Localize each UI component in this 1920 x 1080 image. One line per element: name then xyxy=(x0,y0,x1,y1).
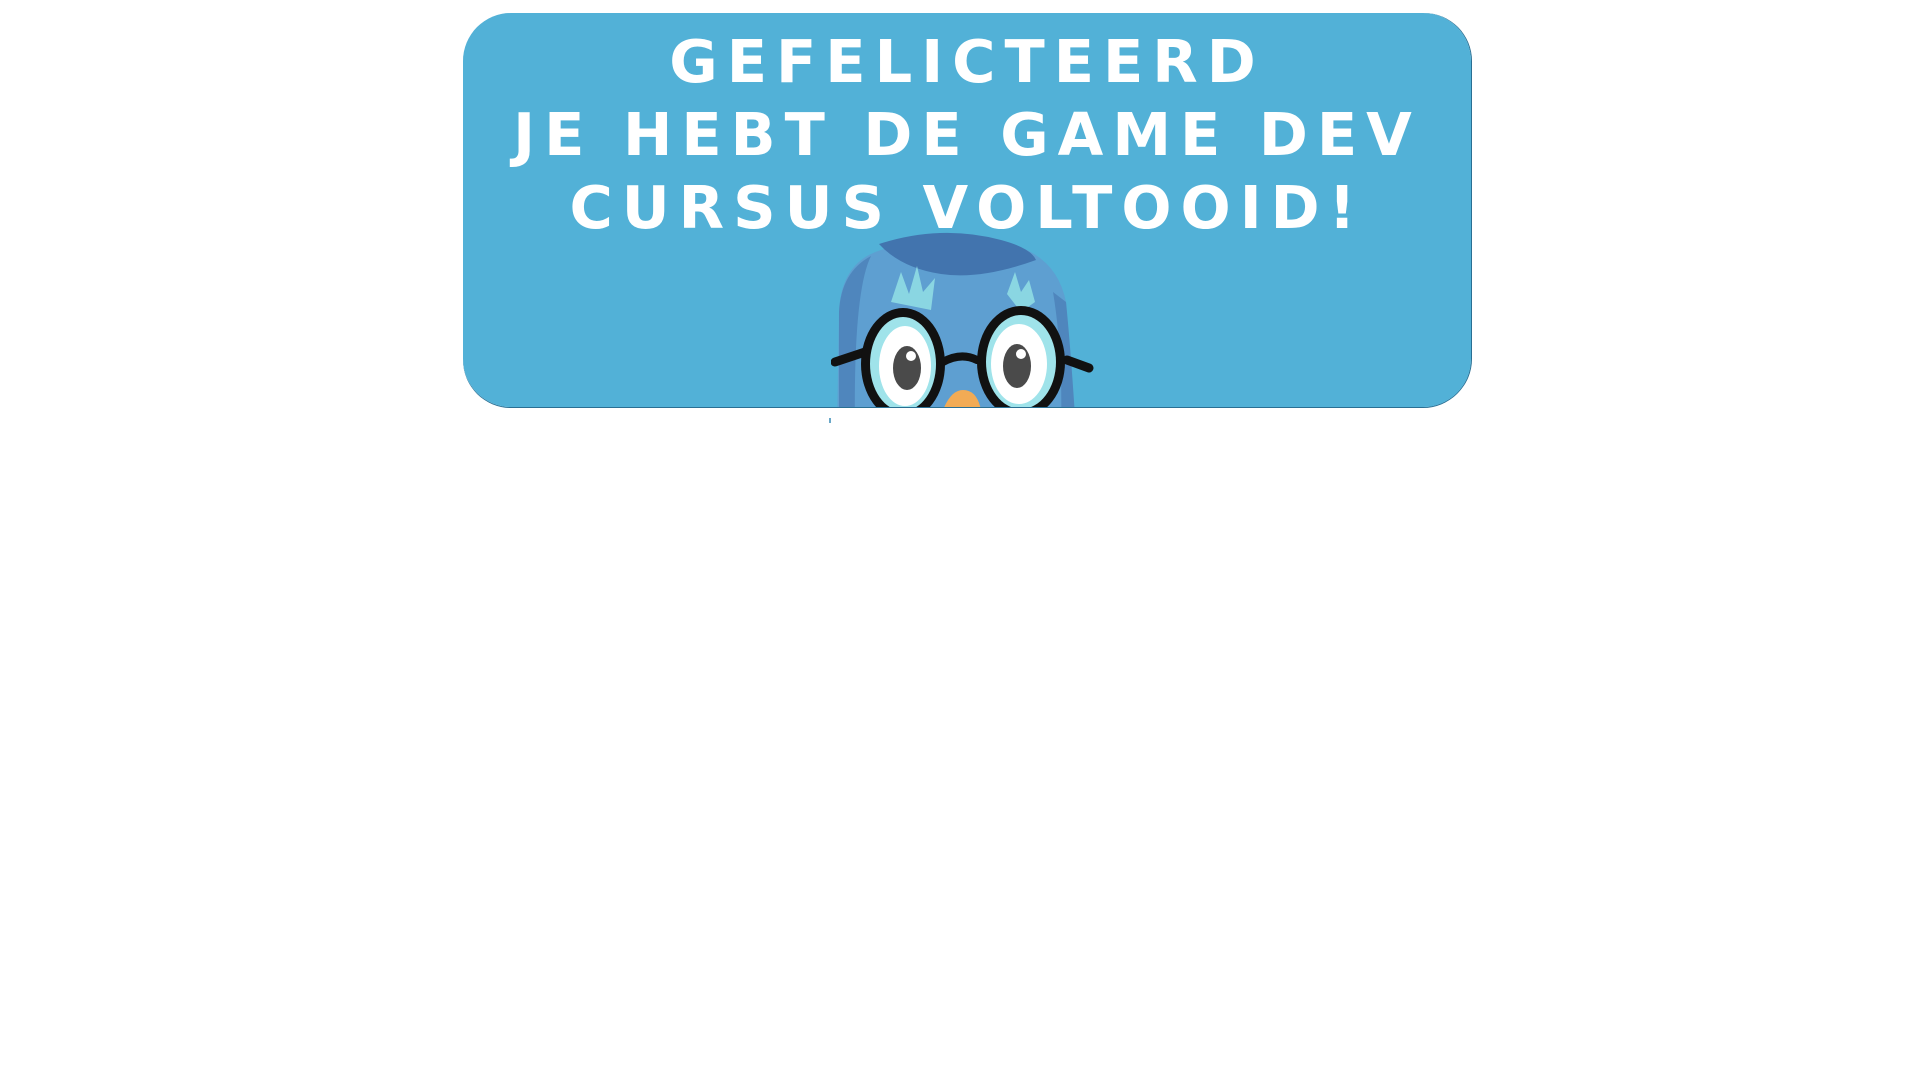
owl-mascot-icon xyxy=(831,232,1101,407)
game-screen: GEFELICTEERD JE HEBT DE GAME DEV CURSUS … xyxy=(0,0,1920,1080)
divider-mark xyxy=(829,418,831,423)
completion-title: GEFELICTEERD JE HEBT DE GAME DEV CURSUS … xyxy=(463,25,1471,244)
title-line-1: GEFELICTEERD xyxy=(669,27,1265,96)
title-line-2: JE HEBT DE GAME DEV xyxy=(513,100,1421,169)
completion-banner: GEFELICTEERD JE HEBT DE GAME DEV CURSUS … xyxy=(463,13,1471,407)
